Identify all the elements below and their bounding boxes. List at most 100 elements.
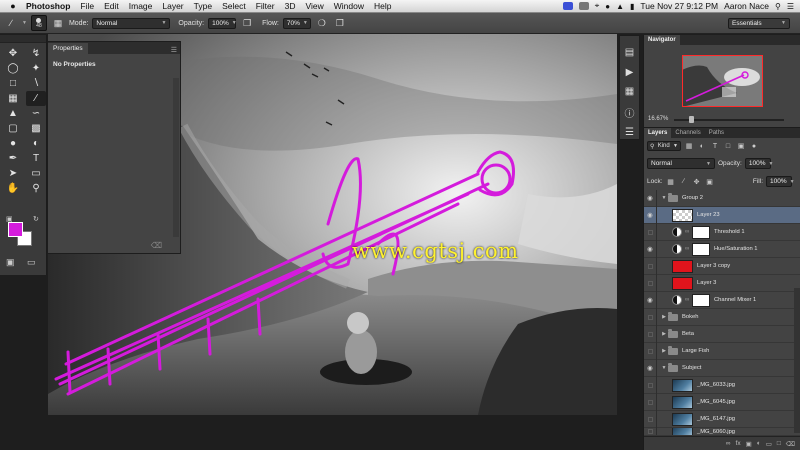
link-icon[interactable]: ∞ xyxy=(685,297,692,303)
menu-type[interactable]: Type xyxy=(194,1,212,11)
layer-row-large-fish[interactable]: ▶ Large Fish xyxy=(644,342,800,360)
menu-layer[interactable]: Layer xyxy=(162,1,183,11)
pressure-size-icon[interactable]: ❐ xyxy=(333,16,347,30)
battery-icon[interactable]: ▮ xyxy=(630,2,634,11)
fill-field[interactable]: 100% ▼ xyxy=(766,176,795,187)
new-layer-icon[interactable]: □ xyxy=(777,440,781,447)
healing-brush-tool-icon[interactable]: ▦ xyxy=(3,91,23,106)
filter-toggle-icon[interactable]: ● xyxy=(749,143,759,150)
layer-row-channel-mixer-1[interactable]: ◉ ∞ Channel Mixer 1 xyxy=(644,291,800,309)
workspace-select[interactable]: Essentials ▼ xyxy=(728,17,790,29)
navigator-zoom-value[interactable]: 16.67% xyxy=(648,116,668,122)
link-layers-icon[interactable]: ∞ xyxy=(726,440,731,447)
layer-row-mg-6147[interactable]: _MG_6147.jpg xyxy=(644,410,800,428)
lock-all-icon[interactable]: ▣ xyxy=(705,178,715,186)
apple-menu-icon[interactable]: ● xyxy=(0,1,26,11)
properties-tab[interactable]: Properties xyxy=(48,43,88,54)
mode-select[interactable]: Normal ▼ xyxy=(92,17,171,29)
navigator-view-box[interactable] xyxy=(682,55,763,107)
visibility-toggle[interactable] xyxy=(647,314,653,320)
layer-row-beta[interactable]: ▶ Beta xyxy=(644,325,800,343)
layer-row-hue-saturation-1[interactable]: ◉ ∞ Hue/Saturation 1 xyxy=(644,240,800,258)
brush-tool-preset-icon[interactable]: ∕ xyxy=(4,16,18,30)
trash-icon[interactable]: ⌫ xyxy=(151,241,162,250)
opacity-field[interactable]: 100% ▼ xyxy=(208,17,237,29)
volume-icon[interactable]: ▲ xyxy=(616,2,624,11)
quick-mask-icon[interactable]: ▣ xyxy=(6,257,15,268)
visibility-toggle[interactable] xyxy=(647,280,653,286)
tab-layers[interactable]: Layers xyxy=(644,128,672,138)
artboard-tool-icon[interactable]: ↯ xyxy=(26,46,46,61)
layer-row-mg-6045[interactable]: _MG_6045.jpg xyxy=(644,393,800,411)
visibility-toggle[interactable] xyxy=(647,399,653,405)
menu-edit[interactable]: Edit xyxy=(104,1,119,11)
quick-select-tool-icon[interactable]: ✦ xyxy=(26,61,46,76)
status-app-icon-2[interactable] xyxy=(578,2,589,10)
layer-mask-thumbnail[interactable] xyxy=(692,293,710,307)
clock[interactable]: Tue Nov 27 9:12 PM xyxy=(640,1,718,11)
eye-icon[interactable]: ◉ xyxy=(644,364,656,372)
layer-row-mg-6033[interactable]: _MG_6033.jpg xyxy=(644,376,800,394)
eye-icon[interactable]: ◉ xyxy=(644,194,656,202)
blend-mode-select[interactable]: Normal ▼ xyxy=(647,158,715,169)
layer-row-layer-23[interactable]: ◉ Layer 23 xyxy=(644,206,800,224)
gradient-tool-icon[interactable]: ▩ xyxy=(26,121,46,136)
expand-arrow-icon[interactable]: ▼ xyxy=(660,195,668,201)
layer-row-layer-3[interactable]: Layer 3 xyxy=(644,274,800,292)
screen-mode-icon[interactable]: ▭ xyxy=(27,257,36,268)
eye-icon[interactable]: ◉ xyxy=(644,296,656,304)
menu-select[interactable]: Select xyxy=(222,1,246,11)
menu-file[interactable]: File xyxy=(80,1,94,11)
chevron-down-icon[interactable]: ▼ xyxy=(22,20,27,26)
delete-layer-icon[interactable]: ⌫ xyxy=(786,440,795,448)
layers-scrollbar[interactable] xyxy=(794,288,800,433)
visibility-toggle[interactable] xyxy=(647,229,653,235)
filter-adjustment-icon[interactable]: ◐ xyxy=(697,143,707,150)
actions-icon[interactable]: ▶ xyxy=(622,66,638,79)
filter-shape-icon[interactable]: □ xyxy=(723,143,733,150)
brush-size-picker[interactable]: 48 xyxy=(30,15,47,31)
visibility-toggle[interactable] xyxy=(647,429,653,434)
layer-row-threshold-1[interactable]: ∞ Threshold 1 xyxy=(644,223,800,241)
visibility-toggle[interactable] xyxy=(647,331,653,337)
layer-row-subject[interactable]: ◉ ▼ Subject xyxy=(644,359,800,377)
layer-filter-kind[interactable]: ⚲ Kind ▼ xyxy=(647,141,681,151)
filter-type-icon[interactable]: T xyxy=(710,143,720,150)
dodge-tool-icon[interactable]: ◐ xyxy=(26,136,46,151)
shape-tool-icon[interactable]: ▭ xyxy=(26,166,46,181)
expand-arrow-icon[interactable]: ▼ xyxy=(660,365,668,371)
pressure-opacity-icon[interactable]: ❐ xyxy=(240,16,254,30)
menu-filter[interactable]: Filter xyxy=(256,1,275,11)
brush-tool-icon[interactable]: ∕ xyxy=(26,91,46,106)
menu-view[interactable]: View xyxy=(305,1,323,11)
flow-field[interactable]: 70% ▼ xyxy=(282,17,311,29)
lock-position-icon[interactable]: ✥ xyxy=(692,178,702,186)
menu-window[interactable]: Window xyxy=(334,1,364,11)
link-icon[interactable]: ∞ xyxy=(685,246,692,252)
navigator-tab[interactable]: Navigator xyxy=(644,35,680,45)
visibility-toggle[interactable] xyxy=(647,382,653,388)
add-mask-icon[interactable]: ▣ xyxy=(746,440,752,448)
layer-row-bokeh[interactable]: ▶ Bokeh xyxy=(644,308,800,326)
navigator-zoom-knob[interactable] xyxy=(689,116,694,123)
foreground-color-swatch[interactable] xyxy=(8,222,23,237)
blur-tool-icon[interactable]: ● xyxy=(3,136,23,151)
clone-stamp-tool-icon[interactable]: ▲ xyxy=(3,106,23,121)
filter-pixel-icon[interactable]: ▦ xyxy=(684,142,694,150)
adjustments-icon[interactable]: ☰ xyxy=(622,126,638,139)
history-brush-tool-icon[interactable]: ∽ xyxy=(26,106,46,121)
menu-image[interactable]: Image xyxy=(129,1,153,11)
layer-style-icon[interactable]: fx xyxy=(736,440,741,447)
eyedropper-tool-icon[interactable]: ∖ xyxy=(26,76,46,91)
tab-channels[interactable]: Channels xyxy=(671,128,704,138)
expand-arrow-icon[interactable]: ▶ xyxy=(660,331,668,337)
lock-image-icon[interactable]: ∕ xyxy=(679,178,689,185)
filter-smart-object-icon[interactable]: ▣ xyxy=(736,142,746,150)
swap-colors-icon[interactable]: ↻ xyxy=(33,215,39,223)
type-tool-icon[interactable]: T xyxy=(26,151,46,166)
layer-mask-thumbnail[interactable] xyxy=(692,225,710,239)
tab-paths[interactable]: Paths xyxy=(705,128,728,138)
app-menu[interactable]: Photoshop xyxy=(26,1,70,11)
layer-row-layer-3-copy[interactable]: Layer 3 copy xyxy=(644,257,800,275)
expand-arrow-icon[interactable]: ▶ xyxy=(660,348,668,354)
